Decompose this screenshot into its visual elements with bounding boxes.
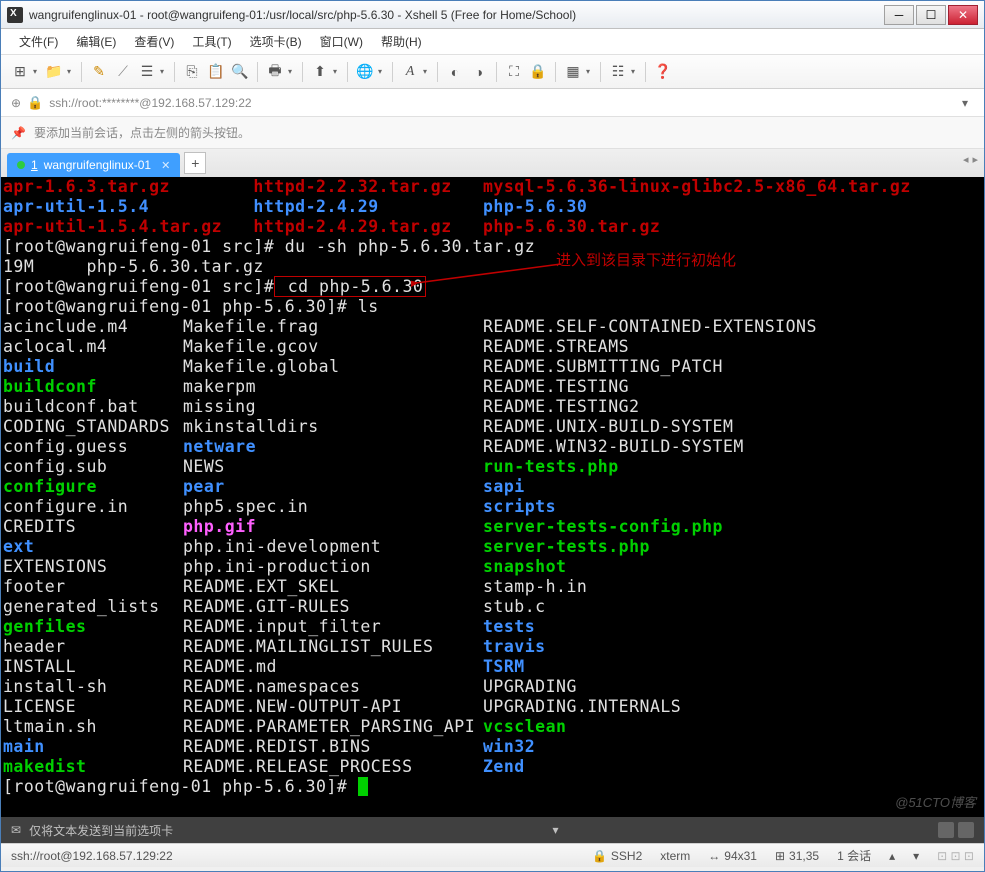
tab-add-button[interactable]: +	[184, 152, 206, 174]
properties-icon[interactable]: ☰	[136, 61, 158, 83]
footer-message-bar: ✉ 仅将文本发送到当前选项卡 ▾	[1, 817, 984, 843]
status-term: xterm	[660, 849, 690, 863]
menu-tabs[interactable]: 选项卡(B)	[242, 29, 310, 54]
terminal-wrapper: apr-1.6.3.tar.gz httpd-2.2.32.tar.gz mys…	[1, 177, 984, 817]
status-pos: ⊞ 31,35	[775, 849, 819, 863]
globe-icon[interactable]: 🌐	[354, 61, 376, 83]
menu-file[interactable]: 文件(F)	[11, 29, 66, 54]
status-down-icon[interactable]: ▾	[913, 849, 919, 863]
status-caps: ⊡ ⊡ ⊡	[937, 849, 974, 863]
font-icon[interactable]: A	[399, 61, 421, 83]
tab-bar: 1 wangruifenglinux-01 ✕ + ◂ ▸	[1, 149, 984, 177]
footer-btn-2[interactable]	[958, 822, 974, 838]
highlight-icon[interactable]: ◑	[468, 61, 490, 83]
layout-icon[interactable]: ☷	[607, 61, 629, 83]
host-add-icon[interactable]: ⊕	[11, 96, 21, 110]
tab-number: 1	[31, 158, 38, 172]
lock-icon[interactable]: 🔒	[527, 61, 549, 83]
new-session-icon[interactable]: ⊞	[9, 61, 31, 83]
menu-view[interactable]: 查看(V)	[126, 29, 182, 54]
address-dropdown-icon[interactable]: ▾	[956, 96, 974, 110]
footer-message-text: 仅将文本发送到当前选项卡	[29, 822, 173, 839]
menu-tools[interactable]: 工具(T)	[184, 29, 239, 54]
status-size: ↔ 94x31	[708, 849, 757, 863]
print-icon[interactable]: 🖶	[264, 61, 286, 83]
terminal[interactable]: apr-1.6.3.tar.gz httpd-2.2.32.tar.gz mys…	[1, 177, 984, 817]
menu-help[interactable]: 帮助(H)	[373, 29, 430, 54]
footer-dropdown-icon[interactable]: ▾	[553, 823, 559, 837]
tab-title: wangruifenglinux-01	[44, 158, 151, 172]
address-bar: ⊕ 🔒 ssh://root:********@192.168.57.129:2…	[1, 89, 984, 117]
status-ssh: 🔒 SSH2	[592, 849, 642, 863]
close-button[interactable]: ✕	[948, 5, 978, 25]
help-icon[interactable]: ❓	[652, 61, 674, 83]
footer-btn-1[interactable]	[938, 822, 954, 838]
status-up-icon[interactable]: ▴	[889, 849, 895, 863]
status-bar: ssh://root@192.168.57.129:22 🔒 SSH2 xter…	[1, 843, 984, 867]
menu-window[interactable]: 窗口(W)	[312, 29, 371, 54]
send-icon[interactable]: ✉	[11, 823, 21, 837]
app-icon	[7, 7, 23, 23]
toolbar: ⊞▾ 📁▾ ✎ ⟋ ☰▾ ⎘ 📋 🔍 🖶▾ ⬆▾ 🌐▾ A▾ ◐ ◑ ⛶ 🔒 ▦…	[1, 55, 984, 89]
upload-icon[interactable]: ⬆	[309, 61, 331, 83]
menubar: 文件(F) 编辑(E) 查看(V) 工具(T) 选项卡(B) 窗口(W) 帮助(…	[1, 29, 984, 55]
menu-edit[interactable]: 编辑(E)	[68, 29, 124, 54]
status-sessions: 1 会话	[837, 847, 871, 864]
find-icon[interactable]: 🔍	[229, 61, 251, 83]
open-icon[interactable]: 📁	[43, 61, 65, 83]
address-url[interactable]: ssh://root:********@192.168.57.129:22	[49, 96, 950, 110]
info-text: 要添加当前会话，点击左侧的箭头按钮。	[34, 124, 250, 141]
status-dot-icon	[17, 161, 25, 169]
cascade-icon[interactable]: ▦	[562, 61, 584, 83]
annotation-text: 进入到该目录下进行初始化	[556, 249, 736, 270]
fullscreen-icon[interactable]: ⛶	[503, 61, 525, 83]
minimize-button[interactable]: ─	[884, 5, 914, 25]
session-tab[interactable]: 1 wangruifenglinux-01 ✕	[7, 153, 180, 177]
window-titlebar: wangruifenglinux-01 - root@wangruifeng-0…	[1, 1, 984, 29]
disconnect-icon[interactable]: ⟋	[112, 61, 134, 83]
status-connection: ssh://root@192.168.57.129:22	[11, 849, 574, 863]
reconnect-icon[interactable]: ✎	[88, 61, 110, 83]
tab-next-icon[interactable]: ▸	[972, 153, 978, 166]
lock-icon: 🔒	[27, 95, 43, 111]
info-bar: 📌 要添加当前会话，点击左侧的箭头按钮。	[1, 117, 984, 149]
copy-icon[interactable]: ⎘	[181, 61, 203, 83]
tab-close-icon[interactable]: ✕	[161, 159, 170, 172]
watermark: @51CTO博客	[895, 792, 976, 811]
paste-icon[interactable]: 📋	[205, 61, 227, 83]
tab-prev-icon[interactable]: ◂	[963, 153, 969, 166]
pin-icon[interactable]: 📌	[11, 126, 26, 140]
color-icon[interactable]: ◐	[444, 61, 466, 83]
maximize-button[interactable]: ☐	[916, 5, 946, 25]
window-title: wangruifenglinux-01 - root@wangruifeng-0…	[29, 8, 884, 22]
